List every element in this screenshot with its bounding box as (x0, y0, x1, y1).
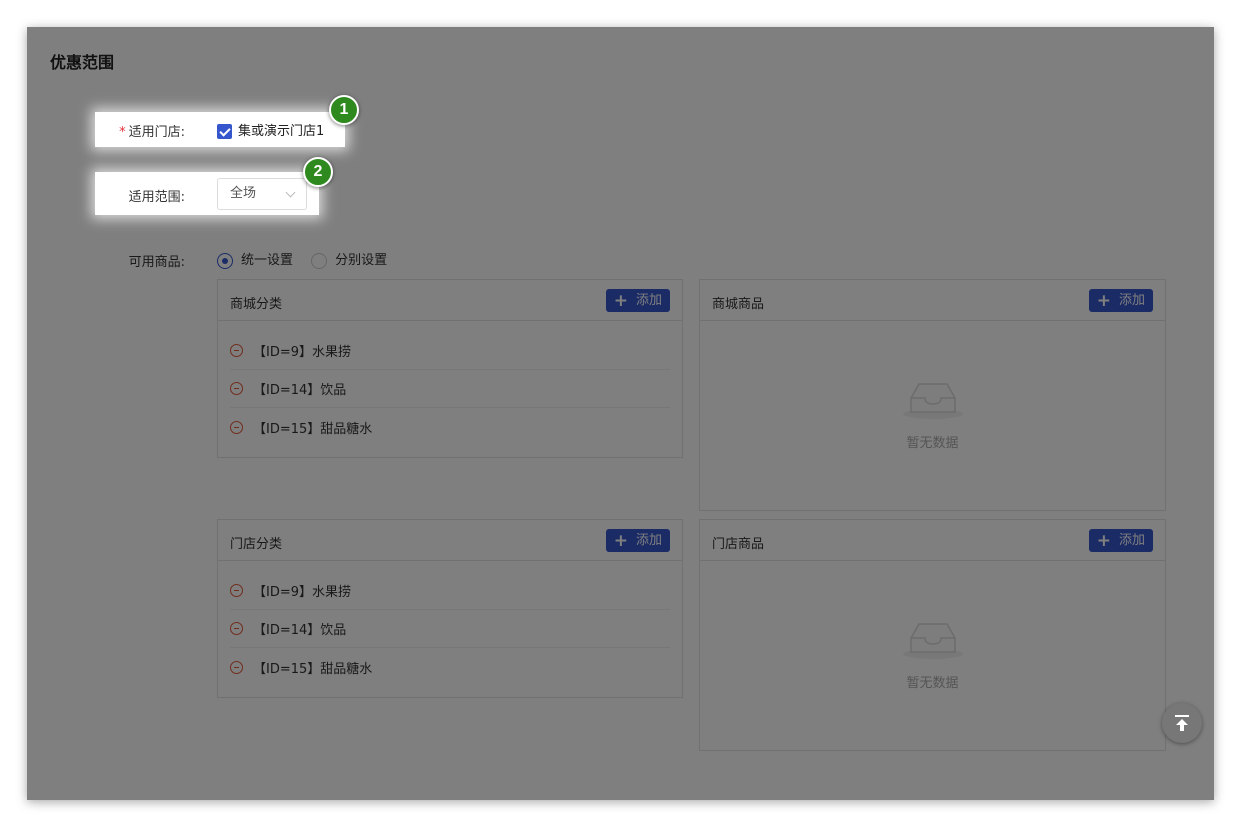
mall-goods-box: 商城商品 + 添加 暂无数据 (699, 279, 1166, 511)
plus-icon: + (613, 290, 628, 311)
list-item: 【ID=15】甜品糖水 (230, 648, 670, 686)
store-checkbox-label: 集或演示门店1 (238, 124, 325, 139)
list-item: 【ID=9】水果捞 (230, 332, 670, 370)
radio-unified[interactable]: 统一设置 (217, 252, 294, 269)
item-label: 【ID=15】甜品糖水 (253, 661, 373, 677)
step-badge-2: 2 (303, 157, 333, 187)
minus-circle-icon[interactable] (230, 660, 243, 674)
store-goods-add-button[interactable]: + 添加 (1088, 529, 1153, 552)
required-mark: * (119, 125, 126, 140)
back-to-top-button[interactable] (1162, 703, 1202, 743)
store-category-title: 门店分类 (230, 537, 283, 552)
radio-separate-label: 分别设置 (335, 253, 388, 268)
minus-circle-icon[interactable] (230, 382, 243, 395)
add-label: 添加 (635, 533, 662, 548)
store-category-box: 门店分类 + 添加 【ID=9】水果捞 【ID=14】饮品 【ID=15】甜品糖水 (217, 519, 683, 698)
highlight-scope-row: 适用范围: 全场 (95, 172, 319, 215)
mall-category-box: 商城分类 + 添加 【ID=9】水果捞 【ID=14】饮品 【ID=15】甜品糖水 (217, 279, 683, 458)
add-label: 添加 (1118, 293, 1145, 308)
minus-circle-icon[interactable] (230, 420, 243, 434)
check-icon (217, 124, 232, 139)
products-radio-group: 统一设置 分别设置 (217, 249, 387, 269)
minus-circle-icon[interactable] (230, 584, 243, 597)
plus-icon: + (613, 530, 628, 551)
list-item: 【ID=15】甜品糖水 (230, 408, 670, 446)
item-label: 【ID=15】甜品糖水 (253, 421, 373, 437)
item-label: 【ID=9】水果捞 (253, 345, 352, 360)
minus-circle-icon[interactable] (230, 344, 243, 357)
mall-category-header: 商城分类 + 添加 (218, 280, 682, 321)
radio-separate[interactable]: 分别设置 (311, 252, 388, 269)
plus-icon: + (1096, 530, 1111, 551)
radio-unified-label: 统一设置 (241, 253, 294, 268)
mall-category-title: 商城分类 (230, 297, 283, 312)
store-checkbox[interactable]: 集或演示门店1 (217, 120, 324, 139)
empty-state: 暂无数据 (700, 380, 1165, 451)
discount-scope-panel: 优惠范围 可用商品: 统一设置 分别设置 商城分类 + 添加 【ID=9】水果捞 … (27, 27, 1214, 800)
store-category-header: 门店分类 + 添加 (218, 520, 682, 561)
minus-circle-icon[interactable] (230, 622, 243, 635)
store-label: * 适用门店: (95, 121, 185, 140)
products-label: 可用商品: (128, 255, 185, 270)
scope-select-value: 全场 (230, 186, 257, 201)
list-item: 【ID=14】饮品 (230, 370, 670, 408)
section-title: 优惠范围 (50, 53, 115, 72)
step-badge-1: 1 (329, 95, 359, 125)
store-goods-box: 门店商品 + 添加 暂无数据 (699, 519, 1166, 751)
chevron-down-icon (285, 187, 296, 198)
scope-label: 适用范围: (128, 190, 185, 205)
list-item: 【ID=9】水果捞 (230, 572, 670, 610)
mall-goods-header: 商城商品 + 添加 (700, 280, 1165, 321)
mall-category-add-button[interactable]: + 添加 (605, 289, 670, 312)
radio-separate-dot (311, 252, 328, 269)
plus-icon: + (1096, 290, 1111, 311)
item-label: 【ID=9】水果捞 (253, 585, 352, 600)
add-label: 添加 (635, 293, 662, 308)
add-label: 添加 (1118, 533, 1145, 548)
empty-state: 暂无数据 (700, 620, 1165, 691)
scope-select[interactable]: 全场 (217, 178, 307, 210)
mall-goods-add-button[interactable]: + 添加 (1088, 289, 1153, 312)
radio-unified-dot (217, 252, 233, 269)
highlight-store-row: * 适用门店: 集或演示门店1 (95, 112, 345, 147)
inbox-icon (902, 383, 963, 419)
inbox-icon (902, 623, 963, 659)
empty-text: 暂无数据 (906, 676, 959, 691)
mall-goods-title: 商城商品 (712, 297, 765, 312)
empty-text: 暂无数据 (906, 436, 959, 451)
list-item: 【ID=14】饮品 (230, 610, 670, 648)
item-label: 【ID=14】饮品 (253, 383, 347, 398)
arrow-up-to-top-icon (1175, 715, 1189, 731)
item-label: 【ID=14】饮品 (253, 623, 347, 638)
store-label-text: 适用门店: (128, 125, 185, 140)
store-goods-title: 门店商品 (712, 537, 765, 552)
store-category-add-button[interactable]: + 添加 (605, 529, 670, 552)
store-goods-header: 门店商品 + 添加 (700, 520, 1165, 561)
